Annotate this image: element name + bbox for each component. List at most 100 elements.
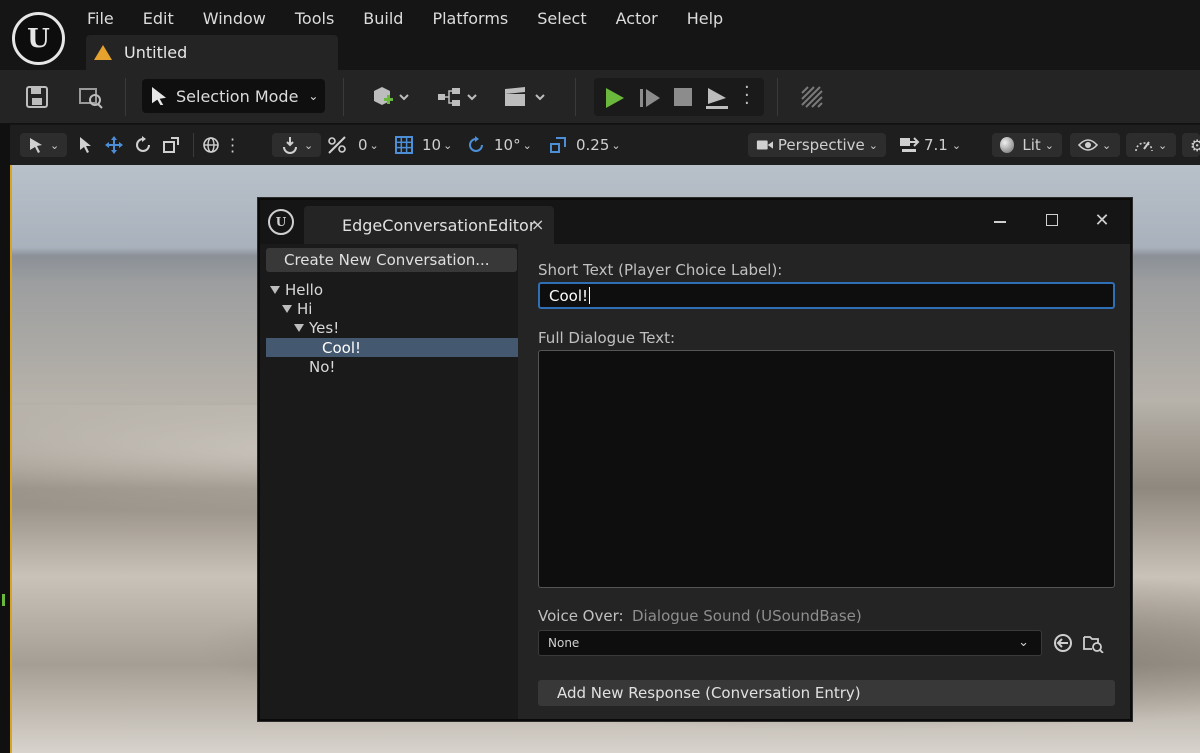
tree-item[interactable]: Hi (266, 299, 518, 318)
lit-mode-label: Lit (1022, 136, 1041, 154)
selection-cursor-icon (152, 87, 166, 105)
chevron-down-icon: ⌄ (522, 138, 532, 152)
blueprints-icon[interactable] (433, 82, 481, 112)
expand-arrow-icon[interactable] (282, 304, 292, 313)
minimize-icon[interactable] (988, 208, 1012, 232)
play-icon[interactable] (606, 88, 624, 108)
editor-body: Create New Conversation... Hello Hi Yes!… (260, 244, 1130, 719)
stop-icon[interactable] (674, 88, 692, 106)
tree-item-selected[interactable]: Cool! (266, 338, 518, 357)
select-tool-icon[interactable] (78, 133, 94, 157)
move-tool-icon[interactable] (104, 133, 124, 157)
save-icon[interactable] (22, 82, 52, 112)
rotation-snap-toggle[interactable]: 0 ⌄ (326, 133, 379, 157)
create-conversation-button[interactable]: Create New Conversation... (266, 248, 517, 272)
platforms-icon[interactable] (798, 82, 826, 112)
edge-marker (2, 594, 5, 606)
world-space-icon[interactable] (202, 133, 220, 157)
conversation-tree-panel: Create New Conversation... Hello Hi Yes!… (260, 244, 518, 719)
chevron-down-icon: ⌄ (1158, 138, 1168, 152)
viewport-toolbar: ⌄ · · · ⌄ 0 ⌄ 10 ⌄ 10° ⌄ 0.25 ⌄ Perspect… (10, 125, 1200, 165)
use-selected-asset-icon[interactable] (1052, 632, 1074, 654)
camera-speed-dropdown[interactable]: 7.1 ⌄ (898, 133, 961, 157)
tree-item-label: Hello (285, 280, 324, 299)
menu-platforms[interactable]: Platforms (432, 8, 508, 30)
text-caret (589, 287, 591, 304)
maximize-icon[interactable] (1040, 208, 1064, 232)
performance-dropdown[interactable]: ⌄ (1126, 133, 1176, 157)
close-window-icon[interactable]: ✕ (1090, 208, 1114, 232)
view-mode-label: Perspective (777, 136, 865, 154)
toolbar-separator (575, 78, 576, 116)
scale-snap-value: 0.25 (576, 136, 610, 154)
viewport-focus-edge (10, 165, 12, 753)
show-flags-dropdown[interactable]: ⌄ (1070, 133, 1120, 157)
short-text-value: Cool! (549, 286, 589, 305)
cinematics-icon[interactable] (500, 82, 548, 112)
add-response-button[interactable]: Add New Response (Conversation Entry) (538, 680, 1115, 706)
chevron-down-icon: ⌄ (304, 138, 314, 152)
document-tab[interactable]: Untitled (86, 35, 338, 70)
viewport-options-icon[interactable]: · · · (230, 132, 235, 160)
menu-tools[interactable]: Tools (295, 8, 334, 30)
full-text-label: Full Dialogue Text: (538, 329, 676, 347)
play-options-icon[interactable]: · · · (744, 79, 750, 113)
document-title: Untitled (124, 43, 188, 62)
browse-asset-icon[interactable] (1082, 632, 1104, 654)
expand-arrow-icon[interactable] (294, 323, 304, 332)
full-dialogue-textarea[interactable] (538, 350, 1115, 588)
left-edge-strip (0, 124, 10, 753)
chevron-down-icon: ⌄ (951, 138, 962, 152)
toolbar-separator (193, 133, 194, 157)
tree-item[interactable]: Hello (266, 280, 518, 299)
menu-select[interactable]: Select (537, 8, 586, 30)
editor-tab[interactable]: EdgeConversationEditor × (304, 206, 554, 244)
add-actor-icon[interactable] (366, 82, 414, 112)
close-tab-icon[interactable]: × (531, 215, 544, 234)
lit-mode-dropdown[interactable]: Lit ⌄ (992, 133, 1062, 157)
menu-window[interactable]: Window (203, 8, 266, 30)
scale-tool-icon[interactable] (162, 133, 180, 157)
rotate-tool-icon[interactable] (133, 133, 153, 157)
scale-snap-toggle[interactable]: 0.25 ⌄ (548, 133, 621, 157)
toolbar-separator (343, 78, 344, 116)
grid-snap-value: 10 (422, 136, 442, 154)
eject-icon[interactable] (704, 86, 728, 114)
menu-file[interactable]: File (87, 8, 114, 30)
perspective-dropdown[interactable]: Perspective ⌄ (748, 133, 886, 157)
advance-frame-icon[interactable] (638, 87, 662, 113)
chevron-down-icon: ⌄ (1044, 138, 1054, 152)
toolbar-separator (777, 78, 778, 116)
short-text-input[interactable]: Cool! (538, 282, 1115, 309)
settings-icon[interactable]: ⚙ (1182, 133, 1200, 157)
selection-mode-dropdown[interactable]: Selection Mode ⌄ (142, 79, 325, 113)
expand-arrow-icon[interactable] (270, 285, 280, 294)
unreal-logo[interactable]: U (12, 12, 65, 65)
rotation-snap-value: 0 (358, 136, 368, 154)
chevron-down-icon: ⌄ (369, 138, 379, 152)
angle-snap-toggle[interactable]: 10° ⌄ (466, 133, 532, 157)
unsaved-level-icon (94, 45, 112, 60)
menu-help[interactable]: Help (687, 8, 723, 30)
menu-actor[interactable]: Actor (616, 8, 658, 30)
chevron-down-icon: ⌄ (308, 89, 319, 103)
tree-item-label: Cool! (322, 338, 362, 357)
voice-over-hint: Dialogue Sound (USoundBase) (632, 607, 862, 625)
chevron-down-icon: ⌄ (611, 138, 621, 152)
menu-build[interactable]: Build (363, 8, 403, 30)
tree-item[interactable]: No! (266, 357, 518, 376)
voice-over-dropdown[interactable]: None ⌄ (538, 630, 1042, 656)
chevron-down-icon: ⌄ (50, 138, 60, 152)
unreal-logo-small: U (268, 209, 294, 235)
surface-snap-dropdown[interactable]: ⌄ (272, 133, 322, 157)
editor-title-bar[interactable]: U EdgeConversationEditor × ✕ (260, 200, 1130, 244)
tree-item-label: No! (309, 357, 336, 376)
conversation-editor-window: U EdgeConversationEditor × ✕ Create New … (258, 198, 1132, 721)
content-browser-icon[interactable] (76, 82, 106, 112)
tree-item-label: Yes! (309, 318, 340, 337)
transform-mode-dropdown[interactable]: ⌄ (20, 133, 68, 157)
grid-snap-toggle[interactable]: 10 ⌄ (394, 133, 452, 157)
voice-over-label: Voice Over: (538, 607, 624, 625)
menu-edit[interactable]: Edit (143, 8, 174, 30)
tree-item[interactable]: Yes! (266, 318, 518, 337)
